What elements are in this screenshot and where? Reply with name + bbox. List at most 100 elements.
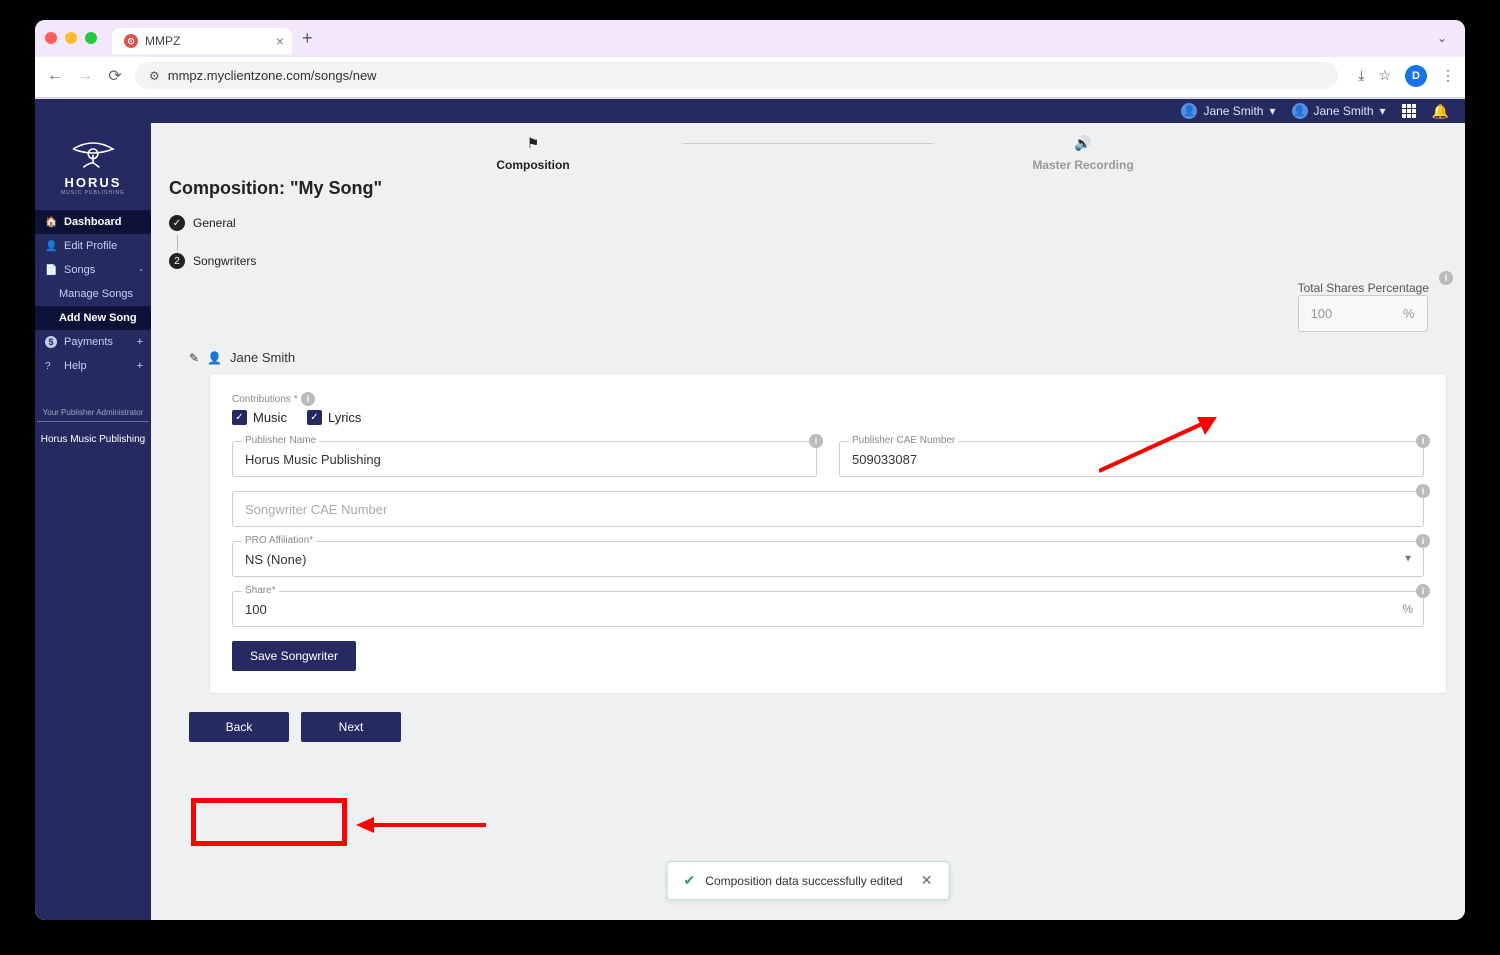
nav-label: Help [64, 360, 87, 372]
field-value: NS (None) [245, 552, 1411, 568]
nav-buttons: Back Next [189, 712, 1447, 742]
maximize-window-btn[interactable] [85, 32, 97, 44]
info-icon[interactable]: i [1416, 534, 1430, 548]
toast-message: Composition data successfully edited [705, 874, 902, 888]
pro-affiliation-field[interactable]: PRO Affiliation* NS (None) ▼ i [232, 541, 1424, 577]
close-tab-icon[interactable]: × [276, 33, 284, 49]
app-topbar: 👤 Jane Smith ▾ 👤 Jane Smith ▾ 🔔 [35, 99, 1465, 123]
step-number-icon: 2 [169, 253, 185, 269]
person-icon: 👤 [207, 351, 222, 365]
user-menu-1[interactable]: 👤 Jane Smith ▾ [1181, 103, 1275, 119]
flag-icon: ⚑ [383, 135, 683, 152]
shares-value: 100 [1311, 306, 1333, 321]
step-songwriters[interactable]: 2 Songwriters [169, 253, 1447, 269]
nav-label: Edit Profile [64, 240, 117, 252]
url-text: mmpz.myclientzone.com/songs/new [168, 68, 377, 83]
wizard-step-master-recording[interactable]: 🔊 Master Recording [933, 135, 1233, 172]
bookmark-icon[interactable]: ☆ [1378, 67, 1391, 84]
annotation-highlight [191, 798, 347, 846]
browser-tab[interactable]: ⊙ MMPZ × [112, 28, 292, 54]
bell-icon[interactable]: 🔔 [1432, 103, 1449, 120]
publisher-name-field[interactable]: Publisher Name Horus Music Publishing i [232, 441, 817, 477]
lyrics-checkbox[interactable]: ✓Lyrics [307, 410, 361, 425]
expand-icon: + [137, 336, 143, 348]
success-toast: ✔ Composition data successfully edited ✕ [667, 861, 950, 900]
reload-nav-icon[interactable]: ⟳ [105, 66, 125, 86]
contributions-checkboxes: ✓Music ✓Lyrics [232, 410, 1424, 425]
step-general[interactable]: ✓ General [169, 215, 1447, 231]
songwriter-cae-field[interactable]: Songwriter CAE Number i [232, 491, 1424, 527]
success-check-icon: ✔ [684, 872, 696, 889]
field-value: 100 [245, 602, 1411, 618]
share-field[interactable]: Share* 100 % i [232, 591, 1424, 627]
sidebar-item-add-new-song[interactable]: Add New Song [35, 306, 151, 330]
url-input[interactable]: ⚙ mmpz.myclientzone.com/songs/new [135, 62, 1338, 89]
sidebar-item-edit-profile[interactable]: 👤 Edit Profile [35, 234, 151, 258]
content-area: ⚑ Composition 🔊 Master Recording Composi… [151, 123, 1465, 920]
sidebar-item-songs[interactable]: 📄Songs- [35, 258, 151, 282]
sidebar-item-help[interactable]: ? Help + [35, 354, 151, 378]
back-nav-icon[interactable]: ← [45, 67, 65, 85]
total-shares-label: Total Shares Percentage i [1298, 281, 1447, 295]
wizard-step-composition[interactable]: ⚑ Composition [383, 135, 683, 172]
close-toast-icon[interactable]: ✕ [921, 872, 933, 889]
favicon-icon: ⊙ [124, 34, 138, 48]
address-bar: ← → ⟳ ⚙ mmpz.myclientzone.com/songs/new … [35, 56, 1465, 98]
edit-icon[interactable]: ✎ [189, 351, 199, 365]
next-button[interactable]: Next [301, 712, 401, 742]
total-shares-row: Total Shares Percentage i 100 % [169, 281, 1447, 332]
user-avatar-icon: 👤 [1181, 103, 1197, 119]
contributions-group: Contributions* i ✓Music ✓Lyrics [232, 392, 1424, 425]
horus-eye-icon [68, 137, 118, 169]
help-icon: ? [45, 361, 57, 372]
field-value: 509033087 [852, 452, 1411, 468]
songwriter-form: Contributions* i ✓Music ✓Lyrics Publishe… [209, 373, 1447, 694]
brand-logo[interactable]: HORUS MUSIC PUBLISHING [35, 123, 151, 210]
install-icon[interactable]: ⤓ [1358, 67, 1364, 84]
check-icon: ✓ [169, 215, 185, 231]
info-icon[interactable]: i [1416, 484, 1430, 498]
more-icon[interactable]: ⋮ [1441, 67, 1455, 84]
music-checkbox[interactable]: ✓Music [232, 410, 287, 425]
expand-icon: + [137, 360, 143, 372]
annotation-arrow-save [356, 813, 496, 837]
profile-icon: 👤 [45, 241, 57, 252]
user-name-2: Jane Smith [1314, 104, 1374, 118]
info-icon[interactable]: i [809, 434, 823, 448]
user-menu-2[interactable]: 👤 Jane Smith ▾ [1292, 103, 1386, 119]
profile-avatar[interactable]: D [1405, 65, 1427, 87]
speaker-icon: 🔊 [933, 135, 1233, 152]
dropdown-caret-icon: ▼ [1403, 554, 1413, 565]
sidebar-item-dashboard[interactable]: 🏠Dashboard [35, 210, 151, 234]
info-icon[interactable]: i [1439, 271, 1453, 285]
sidebar-item-payments[interactable]: $Payments+ [35, 330, 151, 354]
wizard-steps: ⚑ Composition 🔊 Master Recording [169, 135, 1447, 172]
info-icon[interactable]: i [1416, 434, 1430, 448]
info-icon[interactable]: i [1416, 584, 1430, 598]
site-settings-icon[interactable]: ⚙ [149, 69, 160, 83]
minimize-window-btn[interactable] [65, 32, 77, 44]
publisher-cae-field[interactable]: Publisher CAE Number 509033087 i [839, 441, 1424, 477]
field-value: Horus Music Publishing [245, 452, 804, 468]
percent-unit: % [1402, 602, 1413, 616]
save-songwriter-button[interactable]: Save Songwriter [232, 641, 356, 671]
back-button[interactable]: Back [189, 712, 289, 742]
publisher-row: Publisher Name Horus Music Publishing i … [232, 441, 1424, 477]
payments-icon: $ [45, 336, 57, 348]
caret-down-icon: ▾ [1269, 104, 1275, 118]
forward-nav-icon[interactable]: → [75, 67, 95, 85]
songwriter-name: Jane Smith [230, 350, 295, 365]
apps-grid-icon[interactable] [1402, 104, 1416, 118]
field-label: PRO Affiliation* [242, 535, 316, 546]
tab-dropdown-icon[interactable]: ⌄ [1429, 31, 1455, 45]
collapse-icon: - [139, 264, 143, 276]
browser-chrome: ⊙ MMPZ × + ⌄ ← → ⟳ ⚙ mmpz.myclientzone.c… [35, 20, 1465, 99]
sidebar-item-manage-songs[interactable]: Manage Songs [35, 282, 151, 306]
close-window-btn[interactable] [45, 32, 57, 44]
new-tab-button[interactable]: + [302, 28, 313, 49]
info-icon[interactable]: i [301, 392, 315, 406]
caret-down-icon: ▾ [1380, 104, 1386, 118]
user-avatar-icon: 👤 [1292, 103, 1308, 119]
step-label: General [193, 216, 236, 230]
nav-label: Add New Song [59, 312, 137, 324]
